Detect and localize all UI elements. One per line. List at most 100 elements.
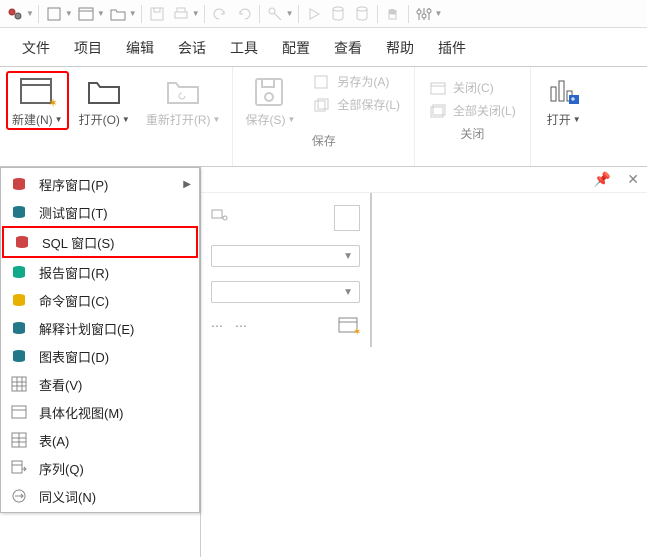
panel-row-4: ⋯ ⋯ ✶ <box>211 317 360 335</box>
group-label-close: 关闭 <box>460 125 484 142</box>
panel-select-2[interactable]: ▼ <box>211 281 360 303</box>
dropdown-arrow-icon[interactable]: ▼ <box>435 9 443 18</box>
panel-select-1[interactable]: ▼ <box>211 245 360 267</box>
play-icon[interactable] <box>303 3 325 25</box>
close-icon[interactable]: ✕ <box>627 171 639 188</box>
hand-icon[interactable] <box>382 3 404 25</box>
db-icon[interactable] <box>351 3 373 25</box>
save-as-button[interactable]: 另存为(A) <box>309 71 404 92</box>
dropdown-arrow-icon[interactable]: ▼ <box>192 9 200 18</box>
menu-project[interactable]: 项目 <box>62 32 114 66</box>
db-icon[interactable] <box>327 3 349 25</box>
panel-body: ▼ ▼ ⋯ ⋯ ✶ <box>201 193 371 347</box>
save-button[interactable]: 保存(S)▼ <box>239 71 301 128</box>
save-all-button[interactable]: 全部保存(L) <box>309 94 404 115</box>
ribbon-group-new: ✶ 新建(N)▼ 打开(O)▼ 重新打开(R)▼ <box>0 67 233 166</box>
panel-row-1 <box>211 205 360 231</box>
db-green-icon <box>9 262 29 282</box>
menu-help[interactable]: 帮助 <box>374 32 426 66</box>
undo-icon[interactable] <box>209 3 231 25</box>
menu-session[interactable]: 会话 <box>166 32 218 66</box>
folder-icon[interactable] <box>107 3 129 25</box>
grid-icon <box>9 374 29 394</box>
ribbon-group-save: 保存(S)▼ 另存为(A) 全部保存(L) 保存 <box>233 67 415 166</box>
menu-explain-window[interactable]: 解释计划窗口(E) <box>1 314 199 342</box>
sequence-icon <box>9 458 29 478</box>
more-button[interactable]: ⋯ <box>211 319 223 333</box>
open-button[interactable]: 打开(O)▼ <box>73 71 136 130</box>
menu-plugins[interactable]: 插件 <box>426 32 478 66</box>
synonym-icon <box>9 486 29 506</box>
pin-icon[interactable]: 📌 <box>594 171 611 188</box>
new-button[interactable]: ✶ 新建(N)▼ <box>6 71 69 130</box>
new-doc-icon[interactable] <box>43 3 65 25</box>
reopen-label: 重新打开(R)▼ <box>146 111 221 128</box>
menu-edit[interactable]: 编辑 <box>114 32 166 66</box>
menu-sql-window[interactable]: SQL 窗口(S) <box>2 226 198 258</box>
group-label-save: 保存 <box>312 132 336 149</box>
new-label: 新建(N)▼ <box>12 111 63 128</box>
panel-row-2: ▼ <box>211 245 360 267</box>
menu-report-window[interactable]: 报告窗口(R) <box>1 258 199 286</box>
db-teal-icon <box>9 346 29 366</box>
menu-view[interactable]: 查看 <box>322 32 374 66</box>
submenu-arrow-icon: ▶ <box>183 179 191 190</box>
dropdown-arrow-icon[interactable]: ▼ <box>26 9 34 18</box>
menu-file[interactable]: 文件 <box>10 32 62 66</box>
ribbon-group-open2: 打开▼ <box>531 67 597 166</box>
menu-view[interactable]: 查看(V) <box>1 370 199 398</box>
menu-test-window[interactable]: 测试窗口(T) <box>1 198 199 226</box>
menu-bar: 文件 项目 编辑 会话 工具 配置 查看 帮助 插件 <box>0 28 647 67</box>
save-all-icon <box>313 97 331 113</box>
panel-row-3: ▼ <box>211 281 360 303</box>
dropdown-arrow-icon[interactable]: ▼ <box>97 9 105 18</box>
connection-icon[interactable] <box>4 3 26 25</box>
new-window-icon: ✶ <box>16 73 58 109</box>
new-dropdown-menu: 程序窗口(P) ▶ 测试窗口(T) SQL 窗口(S) 报告窗口(R) 命令窗口… <box>0 167 200 513</box>
folder-open-icon <box>83 73 125 109</box>
db-red-icon <box>9 174 29 194</box>
menu-mview[interactable]: 具体化视图(M) <box>1 398 199 426</box>
chart-icon <box>543 73 585 109</box>
menu-diagram-window[interactable]: 图表窗口(D) <box>1 342 199 370</box>
dropdown-arrow-icon[interactable]: ▼ <box>129 9 137 18</box>
menu-table[interactable]: 表(A) <box>1 426 199 454</box>
menu-sequence[interactable]: 序列(Q) <box>1 454 199 482</box>
ribbon: ✶ 新建(N)▼ 打开(O)▼ 重新打开(R)▼ 保存(S)▼ 另存为(A) 全… <box>0 67 647 167</box>
menu-command-window[interactable]: 命令窗口(C) <box>1 286 199 314</box>
ribbon-group-close: 关闭(C) 全部关闭(L) 关闭 <box>415 67 531 166</box>
panel-header: 📌 ✕ <box>201 167 647 193</box>
save-icon[interactable] <box>146 3 168 25</box>
panel-box[interactable] <box>334 205 360 231</box>
save-icon <box>249 73 291 109</box>
open-label: 打开(O)▼ <box>79 111 130 128</box>
dropdown-arrow-icon[interactable]: ▼ <box>65 9 73 18</box>
more-button[interactable]: ⋯ <box>235 319 247 333</box>
menu-synonym[interactable]: 同义词(N) <box>1 482 199 510</box>
small-window-icon[interactable]: ✶ <box>338 317 360 335</box>
menu-program-window[interactable]: 程序窗口(P) ▶ <box>1 170 199 198</box>
key-icon[interactable] <box>264 3 286 25</box>
window-icon <box>9 402 29 422</box>
reopen-button[interactable]: 重新打开(R)▼ <box>140 71 227 130</box>
window-icon[interactable] <box>75 3 97 25</box>
save-label: 保存(S)▼ <box>245 111 295 128</box>
menu-config[interactable]: 配置 <box>270 32 322 66</box>
svg-text:✶: ✶ <box>48 96 56 107</box>
db-blue-icon <box>9 202 29 222</box>
close-all-icon <box>429 103 447 119</box>
menu-tools[interactable]: 工具 <box>218 32 270 66</box>
save-as-icon <box>313 74 331 90</box>
side-panel: 📌 ✕ ▼ ▼ ⋯ ⋯ ✶ <box>200 167 647 557</box>
content-area: 程序窗口(P) ▶ 测试窗口(T) SQL 窗口(S) 报告窗口(R) 命令窗口… <box>0 167 647 557</box>
close-button[interactable]: 关闭(C) <box>425 77 520 98</box>
sliders-icon[interactable] <box>413 3 435 25</box>
db-teal-icon <box>9 318 29 338</box>
redo-icon[interactable] <box>233 3 255 25</box>
open2-button[interactable]: 打开▼ <box>537 71 591 128</box>
key-small-icon <box>211 208 231 228</box>
quick-access-toolbar: ▼ ▼ ▼ ▼ ▼ ▼ ▼ <box>0 0 647 28</box>
dropdown-arrow-icon[interactable]: ▼ <box>286 9 294 18</box>
close-all-button[interactable]: 全部关闭(L) <box>425 100 520 121</box>
print-icon[interactable] <box>170 3 192 25</box>
